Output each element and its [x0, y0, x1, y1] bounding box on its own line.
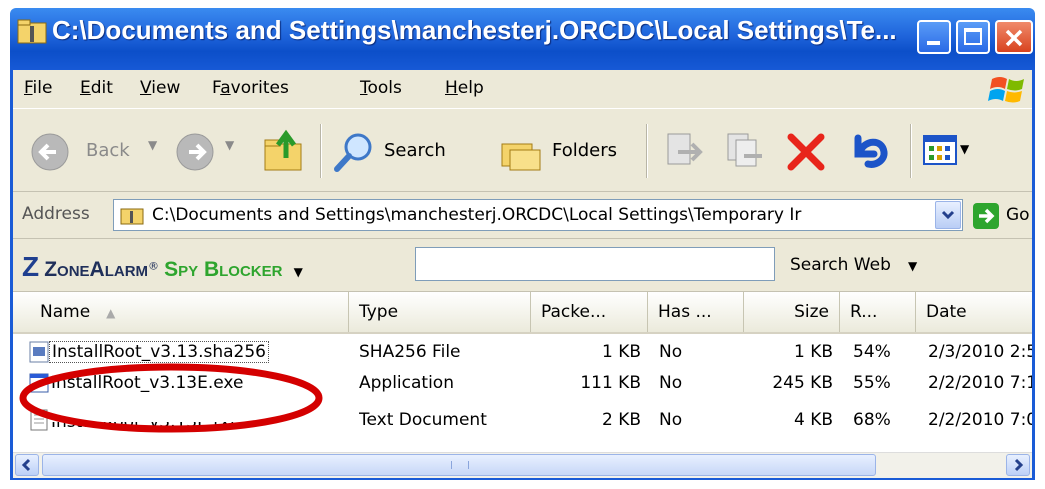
file-packed-size: 111 KB: [580, 373, 641, 393]
zonealarm-product: Spy Blocker: [164, 258, 283, 281]
menu-help[interactable]: Help: [445, 78, 484, 98]
address-value: C:\Documents and Settings\manchesterj.OR…: [152, 205, 802, 225]
close-button[interactable]: [995, 20, 1033, 54]
toolbar-separator: [646, 124, 648, 178]
file-packed-size: 2 KB: [601, 410, 641, 430]
back-dropdown-icon: ▼: [148, 138, 158, 152]
file-ratio: 68%: [853, 410, 891, 430]
go-arrow-icon: [973, 203, 999, 229]
file-size: 1 KB: [793, 342, 833, 362]
views-icon: [923, 135, 957, 165]
file-has-password: No: [659, 373, 683, 393]
zonealarm-name: ZoneAlarm: [44, 258, 149, 281]
views-dropdown-icon: ▼: [960, 142, 970, 156]
forward-arrow-icon: [176, 133, 214, 171]
column-header-date[interactable]: Date: [916, 292, 1032, 332]
file-size: 4 KB: [793, 410, 833, 430]
back-label: Back: [86, 140, 130, 161]
grip-icon: [451, 461, 469, 469]
zonealarm-dropdown-icon: ▼: [293, 265, 303, 279]
column-header-name[interactable]: Name ▲: [30, 292, 349, 332]
views-button[interactable]: ▼: [922, 132, 982, 172]
sort-ascending-icon: ▲: [106, 306, 116, 320]
go-button[interactable]: Go: [972, 202, 1032, 230]
search-web-dropdown-icon: ▼: [907, 259, 918, 273]
address-label: Address: [22, 204, 90, 224]
file-date: 2/2/2010 7:0: [928, 410, 1032, 430]
minimize-button[interactable]: [917, 20, 951, 54]
file-packed-size: 1 KB: [601, 342, 641, 362]
search-button[interactable]: Search: [332, 130, 482, 174]
forward-dropdown-icon: ▼: [225, 138, 235, 152]
column-header-size[interactable]: Size: [744, 292, 840, 332]
highlight-ellipse: [19, 363, 323, 433]
zonealarm-trademark: ®: [148, 259, 160, 273]
column-header-type[interactable]: Type: [349, 292, 531, 332]
chevron-left-icon: [21, 458, 31, 472]
folders-label: Folders: [552, 140, 618, 161]
address-dropdown-button[interactable]: [935, 201, 961, 229]
zonealarm-search-input[interactable]: [415, 247, 775, 281]
folder-zip-icon: [120, 208, 144, 225]
toolbar-separator: [910, 124, 912, 178]
undo-icon[interactable]: [848, 130, 892, 172]
go-label: Go: [1006, 205, 1030, 225]
column-header-has[interactable]: Has ...: [648, 292, 744, 332]
back-button[interactable]: Back ▼: [30, 130, 160, 174]
folders-icon: [501, 143, 541, 171]
file-type: SHA256 File: [359, 342, 461, 362]
address-input[interactable]: C:\Documents and Settings\manchesterj.OR…: [113, 199, 963, 231]
zonealarm-logo-icon: Z: [22, 251, 40, 282]
column-header-ratio[interactable]: R...: [840, 292, 916, 332]
file-type: Text Document: [359, 410, 487, 430]
toolbar-separator: [320, 124, 322, 178]
copy-to-icon[interactable]: [724, 130, 764, 172]
folder-zip-icon: [17, 19, 47, 44]
back-arrow-icon: [31, 133, 69, 171]
search-web-button[interactable]: Search Web ▼: [790, 255, 917, 275]
close-icon: [1005, 29, 1023, 47]
scroll-right-button[interactable]: [1006, 454, 1030, 476]
menu-edit[interactable]: Edit: [80, 78, 113, 98]
chevron-down-icon: [941, 210, 955, 220]
zonealarm-brand[interactable]: Z ZoneAlarm® Spy Blocker ▼: [22, 251, 303, 283]
scroll-left-button[interactable]: [15, 454, 39, 476]
file-type: Application: [359, 373, 454, 393]
maximize-icon: [964, 28, 982, 45]
column-header-packed[interactable]: Packe...: [531, 292, 648, 332]
file-has-password: No: [659, 342, 683, 362]
maximize-button[interactable]: [956, 20, 990, 54]
delete-icon[interactable]: [786, 132, 828, 172]
menu-view[interactable]: View: [140, 78, 180, 98]
menu-tools[interactable]: Tools: [360, 78, 402, 98]
folders-button[interactable]: Folders: [500, 130, 640, 174]
file-size: 245 KB: [772, 373, 833, 393]
search-icon: [334, 133, 372, 172]
menu-favorites[interactable]: Favorites: [212, 78, 289, 98]
search-web-label: Search Web: [790, 255, 891, 275]
search-label: Search: [384, 140, 446, 161]
file-date: 2/2/2010 7:1: [928, 373, 1032, 393]
forward-button[interactable]: ▼: [175, 130, 245, 174]
file-has-password: No: [659, 410, 683, 430]
file-ratio: 55%: [853, 373, 891, 393]
up-folder-icon[interactable]: [262, 128, 306, 174]
file-date: 2/3/2010 2:5: [928, 342, 1032, 362]
scrollbar-thumb[interactable]: [42, 454, 876, 476]
move-to-icon[interactable]: [664, 130, 704, 172]
menu-file[interactable]: File: [24, 78, 52, 98]
minimize-icon: [927, 41, 940, 45]
windows-logo-icon: [988, 77, 1024, 103]
file-ratio: 54%: [853, 342, 891, 362]
window-title: C:\Documents and Settings\manchesterj.OR…: [52, 15, 897, 45]
chevron-right-icon: [1014, 458, 1024, 472]
